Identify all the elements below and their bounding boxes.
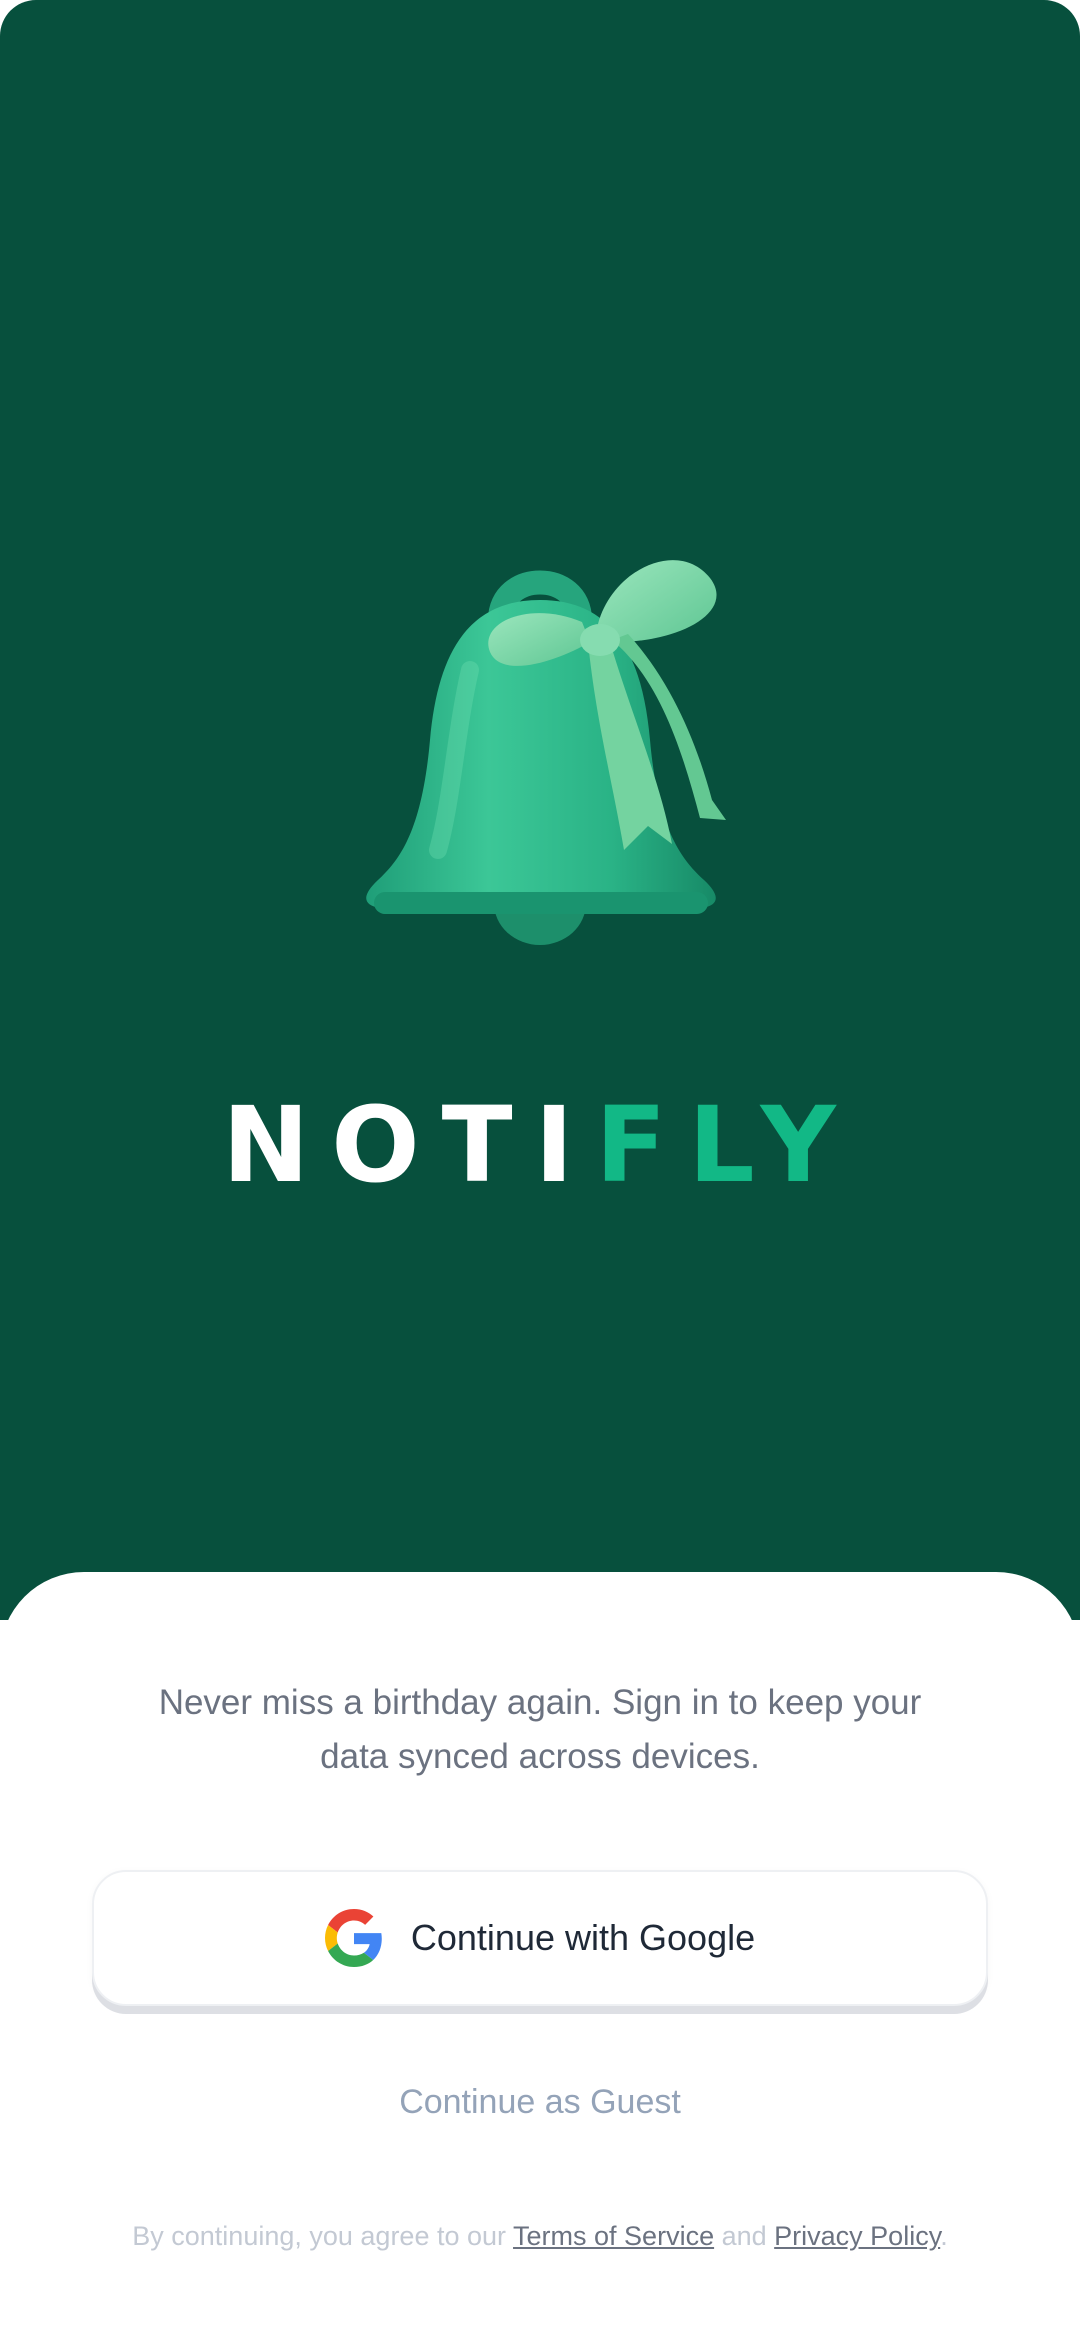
continue-with-google-button[interactable]: Continue with Google [92,1870,988,2006]
bell-icon [366,560,726,945]
app-logo-wordmark: NOTIFLY [0,1085,1080,1205]
google-button-label: Continue with Google [410,1917,756,1958]
brand-text-primary: NOTI [222,1084,596,1206]
legal-disclaimer: By continuing, you agree to our Terms of… [0,2216,1080,2256]
legal-suffix: . [940,2221,948,2251]
signin-tagline: Never miss a birthday again. Sign in to … [158,1683,922,1776]
legal-prefix: By continuing, you agree to our [132,2221,514,2251]
hero-panel: NOTIFLY [0,0,1080,1620]
google-g-icon [324,1909,382,1967]
signin-screen: NOTIFLY Never miss a birthday again. Sig… [0,0,1080,2340]
terms-of-service-link[interactable]: Terms of Service [513,2221,714,2251]
privacy-policy-link[interactable]: Privacy Policy [774,2221,940,2251]
legal-middle: and [714,2221,775,2251]
brand-text-accent: FLY [595,1084,858,1206]
continue-as-guest-link[interactable]: Continue as Guest [0,2078,1080,2126]
